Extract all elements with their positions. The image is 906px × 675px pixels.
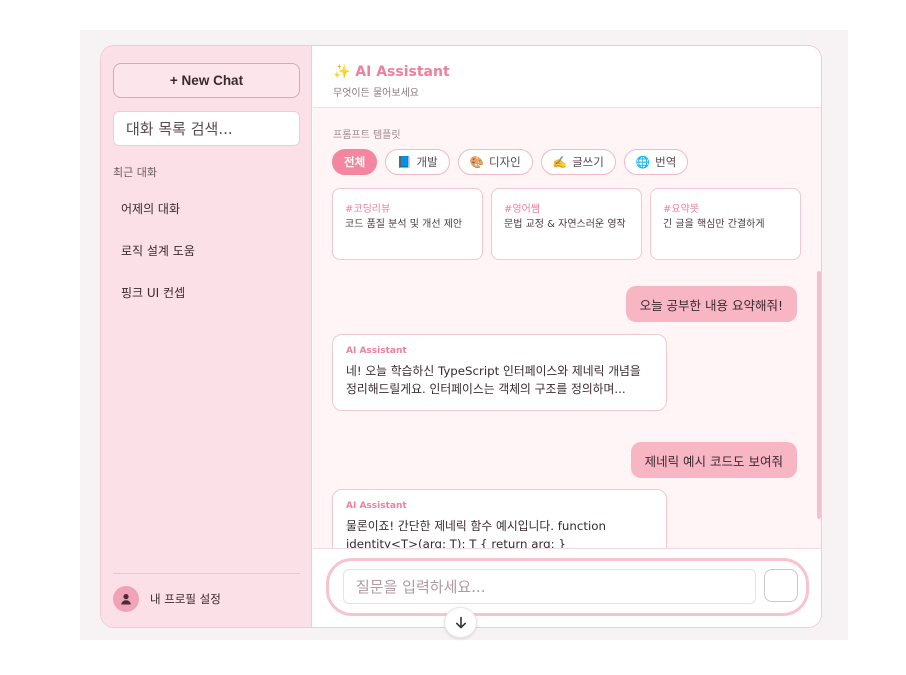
new-chat-button[interactable]: + New Chat	[113, 63, 300, 98]
chat-header: ✨ AI Assistant 무엇이든 물어보세요	[313, 46, 821, 108]
tab-all-label: 전체	[344, 155, 366, 169]
tab-development[interactable]: 📘 개발	[385, 149, 450, 175]
template-card-description: 긴 글을 핵심만 간결하게	[663, 219, 765, 230]
profile-divider	[113, 573, 300, 574]
tab-development-label: 개발	[416, 155, 438, 169]
template-card-code-review[interactable]: #코딩리뷰 코드 품질 분석 및 개선 제안	[332, 188, 483, 260]
template-card-description: 문법 교정 & 자연스러운 영작	[504, 219, 626, 230]
profile-settings-label: 내 프로필 설정	[150, 592, 221, 606]
question-input[interactable]	[343, 569, 756, 604]
chat-app-window: + New Chat 최근 대화 어제의 대화 로직 설계 도움 핑크 UI 컨…	[100, 45, 822, 628]
recent-chats-label: 최근 대화	[113, 166, 157, 179]
assistant-message-text: 네! 오늘 학습하신 TypeScript 인터페이스와 제네릭 개념을 정리해…	[346, 364, 641, 397]
template-card-english-tutor[interactable]: #영어쌤 문법 교정 & 자연스러운 영작	[491, 188, 642, 260]
chat-search-input[interactable]	[113, 111, 300, 146]
user-message: 오늘 공부한 내용 요약해줘!	[625, 286, 797, 322]
assistant-name: AI Assistant	[346, 346, 407, 356]
page-title: ✨ AI Assistant	[333, 64, 450, 80]
sidebar: + New Chat 최근 대화 어제의 대화 로직 설계 도움 핑크 UI 컨…	[101, 46, 312, 627]
tab-design-label: 디자인	[489, 155, 521, 169]
book-icon: 📘	[397, 155, 412, 169]
globe-icon: 🌐	[635, 155, 651, 169]
page-subtitle: 무엇이든 물어보세요	[333, 88, 419, 99]
chat-main: ✨ AI Assistant 무엇이든 물어보세요 프롬프트 템플릿 전체 📘 …	[313, 46, 821, 627]
user-message: 제네릭 예시 코드도 보여줘	[630, 442, 797, 478]
user-avatar-icon	[113, 586, 139, 612]
composer-area	[313, 548, 821, 627]
assistant-name: AI Assistant	[346, 501, 407, 511]
tab-translation[interactable]: 🌐 번역	[623, 149, 689, 175]
sidebar-chat-item-logic[interactable]: 로직 설계 도움	[121, 242, 195, 259]
arrow-down-icon	[455, 616, 466, 628]
template-cards: #코딩리뷰 코드 품질 분석 및 개선 제안 #영어쌤 문법 교정 & 자연스러…	[332, 188, 801, 260]
template-card-description: 코드 품질 분석 및 개선 제안	[345, 219, 463, 230]
tab-writing-label: 글쓰기	[572, 155, 604, 169]
message-list[interactable]: 오늘 공부한 내용 요약해줘! AI Assistant 네! 오늘 학습하신 …	[313, 271, 821, 548]
template-category-tabs: 전체 📘 개발 🎨 디자인 ✍️ 글쓰기 🌐 번역	[332, 149, 689, 175]
assistant-message: AI Assistant 물론이죠! 간단한 제네릭 함수 예시입니다. fun…	[332, 489, 667, 548]
tab-design[interactable]: 🎨 디자인	[457, 149, 533, 175]
palette-icon: 🎨	[469, 155, 484, 169]
profile-settings-link[interactable]: 내 프로필 설정	[113, 586, 221, 612]
prompt-templates-label: 프롬프트 템플릿	[333, 130, 401, 141]
assistant-message-text: 물론이죠! 간단한 제네릭 함수 예시입니다. function identit…	[346, 519, 606, 548]
sidebar-chat-item-pink-ui[interactable]: 핑크 UI 컨셉	[121, 284, 185, 301]
composer-frame	[326, 558, 809, 616]
tab-translation-label: 번역	[655, 155, 677, 169]
sidebar-chat-item-yesterday[interactable]: 어제의 대화	[121, 200, 180, 217]
writing-hand-icon: ✍️	[552, 155, 568, 169]
message-scrollbar[interactable]	[817, 271, 821, 519]
template-card-summary-bot[interactable]: #요약봇 긴 글을 핵심만 간결하게	[650, 188, 801, 260]
tab-all[interactable]: 전체	[332, 149, 378, 175]
assistant-message: AI Assistant 네! 오늘 학습하신 TypeScript 인터페이스…	[332, 334, 667, 411]
template-card-tag: #코딩리뷰	[345, 204, 391, 215]
scroll-down-button[interactable]	[444, 607, 477, 638]
template-card-tag: #요약봇	[663, 204, 699, 215]
send-button[interactable]	[764, 569, 798, 602]
template-card-tag: #영어쌤	[504, 204, 540, 215]
tab-writing[interactable]: ✍️ 글쓰기	[540, 149, 616, 175]
